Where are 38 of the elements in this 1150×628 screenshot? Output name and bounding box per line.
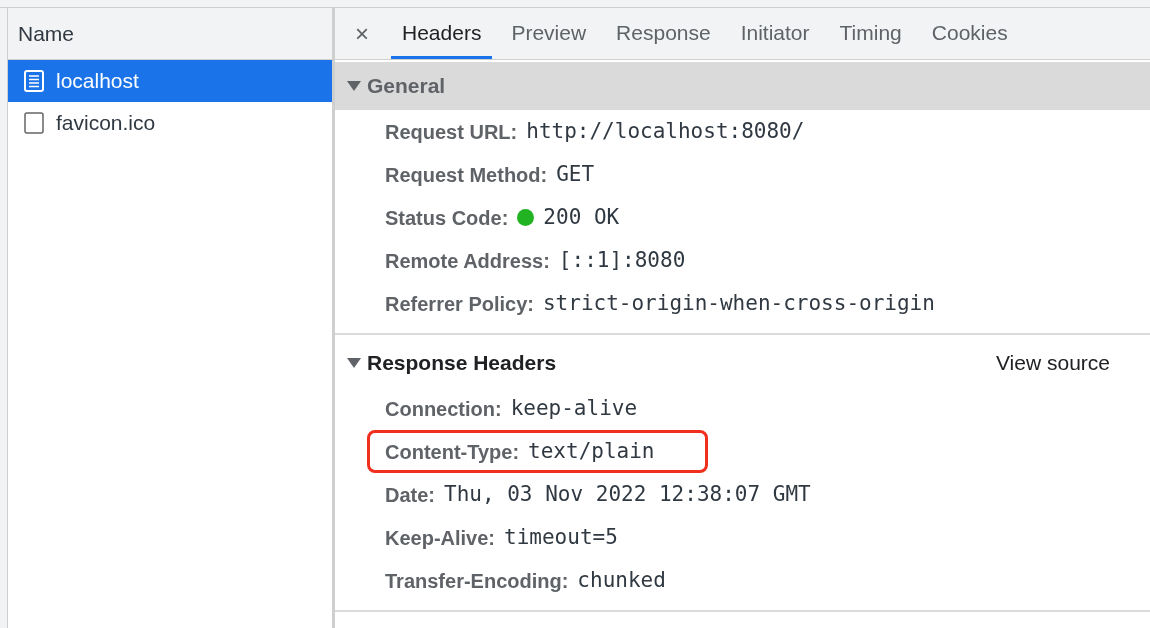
view-source-link[interactable]: View source [996,347,1110,379]
tab[interactable]: Timing [828,9,913,59]
header-value: keep-alive [510,394,638,422]
request-row[interactable]: favicon.ico [8,102,332,144]
header-value: strict-origin-when-cross-origin [542,289,935,317]
header-value: text/plain [528,437,655,465]
header-value: Thu, 03 Nov 2022 12:38:07 GMT [444,480,811,508]
tab[interactable]: Cookies [920,9,1019,59]
header-name: Request URL: [385,119,518,145]
expanded-triangle-icon[interactable] [347,80,361,92]
tab[interactable]: Response [605,9,722,59]
tab[interactable]: Initiator [729,9,821,59]
header-value: GET [556,160,595,188]
expanded-triangle-icon[interactable] [347,357,361,369]
section-title[interactable]: Response Headers [367,347,557,379]
request-row[interactable]: localhost [8,60,332,102]
section-title[interactable]: General [367,70,446,102]
header-name: Date: [385,482,435,508]
close-button[interactable]: × [349,9,375,59]
header-value: timeout=5 [504,523,618,551]
header-name: Remote Address: [385,248,550,274]
header-value: chunked [577,566,666,594]
section-header[interactable]: General [335,62,1150,110]
blank-file-icon [24,112,44,134]
document-icon [24,70,44,92]
tab[interactable]: Headers [391,9,493,59]
column-header[interactable]: Name [18,17,75,50]
header-name: Referrer Policy: [385,291,534,317]
header-value: [::1]:8080 [558,246,686,274]
header-name: Transfer-Encoding: [385,568,569,594]
header-name: Connection: [385,396,502,422]
header-value: 200 OK [543,203,620,231]
header-name: Content-Type: [385,439,520,465]
tab[interactable]: Preview [500,9,598,59]
header-name: Status Code: [385,205,509,231]
header-name: Keep-Alive: [385,525,496,551]
header-name: Request Method: [385,162,548,188]
header-value: http://localhost:8080/ [526,117,805,145]
